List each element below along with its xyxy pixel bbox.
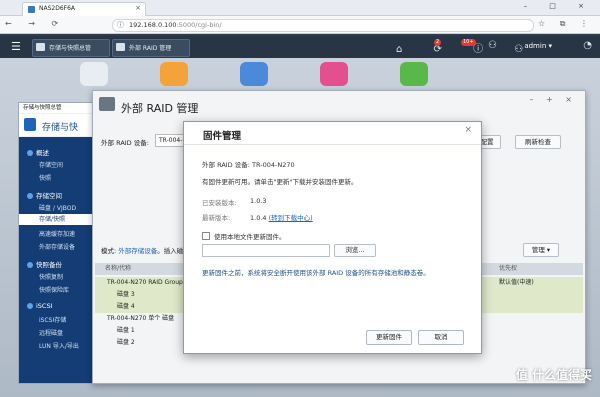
- desktop-app-icon[interactable]: [80, 62, 108, 86]
- sidebar-section-label: 概述: [36, 149, 49, 157]
- warning-note: 更新固件之前，系统将安全断开使用该外部 RAID 设备的所有存储池和静态卷。: [202, 269, 430, 277]
- sidebar-section[interactable]: iSCSI: [27, 302, 53, 310]
- window-heading: 存储与快: [42, 123, 79, 133]
- local-file-checkbox[interactable]: [202, 232, 210, 240]
- browser-tab[interactable]: NAS2D6F6A ×: [22, 2, 146, 16]
- row-name: 磁盘 2: [117, 339, 135, 346]
- update-firmware-button[interactable]: 更新固件: [366, 330, 412, 345]
- mode-prefix: 模式:: [101, 247, 117, 255]
- window-controls[interactable]: – □ ×: [524, 2, 594, 10]
- sidebar-item[interactable]: 存储/快照: [19, 214, 103, 225]
- device-label: 外部 RAID 设备:: [101, 139, 149, 147]
- sidebar-item[interactable]: 远程磁盘: [39, 328, 63, 337]
- latest-value: 1.0.4: [250, 214, 267, 222]
- sidebar-section-label: 快照备份: [36, 261, 62, 269]
- latest-label: 最新版本:: [202, 214, 231, 222]
- local-file-label: 使用本地文件更新固件。: [214, 233, 286, 241]
- row-name: TR-004-N270 RAID Group: [107, 279, 183, 286]
- sidebar-section[interactable]: 快照备份: [27, 259, 62, 269]
- section-icon: [27, 262, 33, 268]
- storage-app-icon: [36, 43, 45, 51]
- cancel-button[interactable]: 取消: [418, 330, 464, 345]
- site-favicon-icon: [28, 6, 35, 13]
- close-icon[interactable]: ×: [464, 125, 472, 135]
- app-button-label: 存储与快照总管: [49, 45, 92, 52]
- sidebar-section[interactable]: 存储空间: [27, 190, 62, 200]
- site-info-icon[interactable]: ⓘ: [117, 20, 124, 30]
- sidebar-section-label: 存储空间: [36, 192, 62, 200]
- row-name: 磁盘 4: [117, 303, 135, 310]
- nav-buttons[interactable]: ← → ⟳: [5, 19, 65, 28]
- sidebar-item[interactable]: 外部存储设备: [39, 242, 75, 251]
- tab-close-icon[interactable]: ×: [135, 4, 141, 12]
- browse-button[interactable]: 浏览...: [334, 244, 376, 257]
- dialog-title: 固件管理: [203, 131, 242, 142]
- installed-version-line: 已安装版本: 1.0.3: [202, 197, 267, 207]
- raid-device-icon: [99, 97, 115, 111]
- window-title: 外部 RAID 管理: [121, 102, 199, 115]
- sidebar-item[interactable]: 快照保险库: [39, 285, 69, 294]
- sidebar-item[interactable]: 快照复制: [39, 272, 63, 281]
- event-badge: 10+: [461, 39, 476, 46]
- row-name: 磁盘 1: [117, 327, 135, 334]
- section-icon: [27, 303, 33, 309]
- sidebar-item[interactable]: iSCSI存储: [39, 315, 66, 324]
- column-header-priority: 优先权: [499, 265, 518, 272]
- installed-label: 已安装版本:: [202, 199, 237, 207]
- url-path: :5000/cgi-bin/: [176, 21, 222, 29]
- sidebar-item[interactable]: 存储空间: [39, 160, 63, 169]
- firmware-dialog: 固件管理 × 外部 RAID 设备: TR-004-N270 有固件更新可用。请…: [183, 121, 482, 354]
- refresh-button[interactable]: 刷新检查: [515, 135, 561, 149]
- window-header: 存储与快: [19, 114, 103, 136]
- row-name: TR-004-N270 单个 磁盘: [107, 315, 175, 322]
- sidebar-item[interactable]: 磁盘 / VJBOD: [39, 203, 76, 212]
- app-button-raid[interactable]: 外部 RAID 管理: [112, 39, 190, 57]
- installed-value: 1.0.3: [250, 197, 267, 205]
- sidebar-item[interactable]: 高速缓存加速: [39, 229, 75, 238]
- sidebar-section[interactable]: 概述: [27, 147, 49, 157]
- file-path-input[interactable]: [202, 244, 330, 257]
- sidebar-item[interactable]: LUN 导入/导出: [39, 341, 79, 350]
- main-menu-icon[interactable]: ☰: [11, 40, 21, 53]
- row-name: 磁盘 3: [117, 291, 135, 298]
- download-center-link[interactable]: (转到下载中心): [269, 214, 313, 222]
- desktop-app-icon[interactable]: [400, 62, 428, 86]
- dialog-header: 固件管理 ×: [184, 122, 481, 145]
- latest-version-line: 最新版本: 1.0.4 (转到下载中心): [202, 212, 313, 222]
- app-button-storage[interactable]: 存储与快照总管: [32, 39, 110, 57]
- update-available-text: 有固件更新可用。请单击"更新"下载并安装固件更新。: [202, 178, 358, 186]
- desktop-app-icon[interactable]: [160, 62, 188, 86]
- sidebar-nav: 概述 存储空间 快照 存储空间 磁盘 / VJBOD 存储/快照 高速缓存加速 外部存储设备快…: [19, 137, 103, 383]
- mode-link[interactable]: 外部存储设备: [118, 247, 157, 255]
- column-header-name: 名称/代称: [105, 265, 132, 272]
- manage-button[interactable]: 管理 ▾: [523, 243, 559, 257]
- raid-app-icon: [116, 43, 125, 51]
- window-controls[interactable]: – + ×: [530, 95, 578, 104]
- desktop-app-icon[interactable]: [320, 62, 348, 86]
- url-host: 192.168.0.100: [129, 21, 177, 29]
- sidebar-section-label: iSCSI: [36, 302, 53, 310]
- mode-line: 模式: 外部存储设备。插入磁盘: [101, 245, 190, 255]
- app-button-label: 外部 RAID 管理: [129, 45, 172, 52]
- browser-toolbar-icons[interactable]: ☆ ⧉ ⋮: [538, 19, 594, 29]
- device-line: 外部 RAID 设备: TR-004-N270: [202, 161, 295, 169]
- sidebar-item[interactable]: 快照: [39, 173, 51, 182]
- section-icon: [27, 193, 33, 199]
- section-icon: [27, 150, 33, 156]
- url-field[interactable]: ⓘ 192.168.0.100:5000/cgi-bin/: [112, 19, 534, 32]
- user-icon[interactable]: ⚇: [488, 40, 497, 51]
- tab-title: NAS2D6F6A: [39, 5, 76, 12]
- desktop-app-icon[interactable]: [240, 62, 268, 86]
- user-menu[interactable]: admin ▾: [524, 42, 552, 50]
- row-priority: 默认值(中速): [499, 279, 534, 286]
- dashboard-gauge-icon[interactable]: ◔: [583, 40, 592, 51]
- storage-logo-icon: [24, 118, 36, 131]
- site-watermark: 值 什么值得买: [515, 368, 592, 382]
